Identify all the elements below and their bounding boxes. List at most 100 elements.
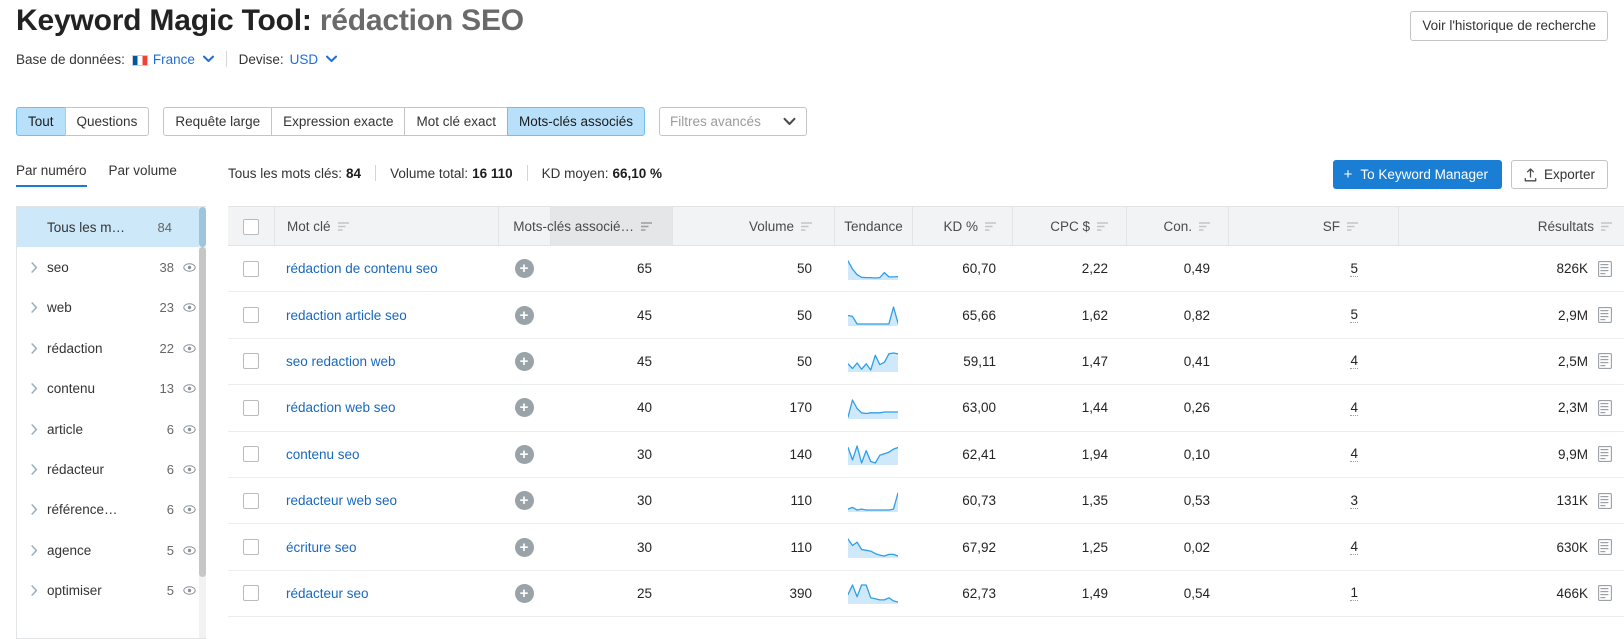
serp-icon[interactable] [1598,353,1612,370]
row-checkbox[interactable] [243,353,259,370]
search-history-button[interactable]: Voir l'historique de recherche [1410,11,1608,41]
sidebar-item-optimiser[interactable]: optimiser 5 [17,571,206,611]
chevron-right-icon[interactable] [31,545,45,556]
table-row[interactable]: seo redaction web +45 50 59,11 1,47 0,41 4 2,5M [228,339,1624,386]
eye-icon[interactable] [183,503,196,516]
row-select-cell[interactable] [228,339,274,384]
row-select-cell[interactable] [228,292,274,337]
keyword-link[interactable]: contenu seo [286,447,360,462]
row-select-cell[interactable] [228,571,274,616]
select-all-checkbox[interactable] [243,218,259,235]
cell-add[interactable]: + [498,478,550,523]
table-row[interactable]: contenu seo +30 140 62,41 1,94 0,10 4 9,9M [228,432,1624,478]
column-header-kd[interactable]: KD % [912,207,1012,246]
row-checkbox[interactable] [243,399,259,416]
to-keyword-manager-button[interactable]: + To Keyword Manager [1332,160,1502,189]
sidebar-item-all-keywords[interactable]: Tous les m… 84 [17,207,206,248]
table-row[interactable]: redacteur web seo +30 110 60,73 1,35 0,53 3 131… [228,478,1624,525]
sf-value[interactable]: 4 [1350,353,1358,370]
sf-value[interactable]: 4 [1350,539,1358,556]
eye-icon[interactable] [183,423,196,436]
sidebar-item-article[interactable]: article 6 [17,409,206,449]
tab-expression-exacte[interactable]: Expression exacte [271,107,406,136]
serp-icon[interactable] [1598,492,1612,509]
eye-icon[interactable] [183,261,196,274]
sidebar-item-rfrence[interactable]: référence… 6 [17,490,206,530]
row-checkbox[interactable] [243,446,259,463]
keyword-link[interactable]: écriture seo [286,540,357,555]
sidebar-item-web[interactable]: web 23 [17,288,206,328]
keyword-link[interactable]: rédaction de contenu seo [286,261,438,276]
chevron-right-icon[interactable] [31,262,45,273]
serp-icon[interactable] [1598,585,1612,602]
serp-icon[interactable] [1598,307,1612,324]
row-checkbox[interactable] [243,492,259,509]
eye-icon[interactable] [183,544,196,557]
sidebar-scroll-thumb[interactable] [199,247,206,577]
chevron-right-icon[interactable] [31,585,45,597]
table-row[interactable]: écriture seo +30 110 67,92 1,25 0,02 4 630K [228,524,1624,571]
keyword-link[interactable]: seo redaction web [286,354,396,369]
sidebar-item-rdacteur[interactable]: rédacteur 6 [17,449,206,489]
column-header-sf[interactable]: SF [1228,207,1398,246]
column-header-con[interactable]: Con. [1126,207,1228,246]
add-keyword-icon[interactable]: + [514,351,534,371]
sidebar-item-seo[interactable]: seo 38 [17,247,206,287]
column-header-keyword[interactable]: Mot clé [274,207,498,246]
row-checkbox[interactable] [243,585,259,602]
row-checkbox[interactable] [243,307,259,324]
eye-icon[interactable] [183,463,196,476]
sf-value[interactable]: 3 [1350,493,1358,509]
add-keyword-icon[interactable]: + [514,537,534,557]
export-button[interactable]: Exporter [1510,160,1608,189]
tab-requete-large[interactable]: Requête large [163,107,273,136]
cell-add[interactable]: + [498,339,550,384]
add-keyword-icon[interactable]: + [514,444,534,464]
row-checkbox[interactable] [243,260,259,277]
row-select-cell[interactable] [228,385,274,430]
add-keyword-icon[interactable]: + [514,398,534,418]
column-header-assoc[interactable]: Mots-clés associé… [513,207,672,246]
column-header-cpc[interactable]: CPC $ [1012,207,1126,246]
subtab-par-numero[interactable]: Par numéro [16,163,87,187]
eye-icon[interactable] [183,382,196,395]
chevron-right-icon[interactable] [31,343,45,354]
row-select-cell[interactable] [228,478,274,523]
serp-icon[interactable] [1598,260,1612,277]
sf-value[interactable]: 4 [1350,446,1358,463]
cell-add[interactable]: + [498,292,550,337]
database-selector[interactable]: France [153,52,214,67]
cell-add[interactable]: + [498,432,550,477]
chevron-right-icon[interactable] [31,302,45,314]
table-row[interactable]: rédacteur seo +25 390 62,73 1,49 0,54 1 466K [228,571,1624,618]
cell-add[interactable]: + [498,385,550,430]
currency-selector[interactable]: USD [290,52,337,67]
sf-value[interactable]: 1 [1350,585,1358,602]
keyword-link[interactable]: rédaction web seo [286,400,396,415]
sidebar-item-contenu[interactable]: contenu 13 [17,369,206,409]
tab-tout[interactable]: Tout [16,107,66,136]
sidebar-item-agence[interactable]: agence 5 [17,530,206,570]
eye-icon[interactable] [183,301,196,314]
row-select-cell[interactable] [228,246,274,291]
select-all-header[interactable] [228,207,274,246]
serp-icon[interactable] [1598,539,1612,555]
cell-add[interactable]: + [498,571,550,616]
eye-icon[interactable] [183,584,196,597]
add-keyword-icon[interactable]: + [514,491,534,511]
sidebar-item-rdaction[interactable]: rédaction 22 [17,328,206,368]
row-checkbox[interactable] [243,539,259,556]
sf-value[interactable]: 5 [1350,307,1358,324]
add-keyword-icon[interactable]: + [514,583,534,603]
add-keyword-icon[interactable]: + [514,305,534,325]
sf-value[interactable]: 4 [1350,400,1358,416]
add-keyword-icon[interactable]: + [514,259,534,279]
tab-mots-cles-associes[interactable]: Mots-clés associés [506,107,646,136]
row-select-cell[interactable] [228,524,274,569]
subtab-par-volume[interactable]: Par volume [109,163,177,187]
advanced-filters-dropdown[interactable]: Filtres avancés [659,107,808,136]
table-row[interactable]: rédaction web seo +40 170 63,00 1,44 0,26 4 2,3… [228,385,1624,432]
eye-icon[interactable] [183,342,196,355]
chevron-right-icon[interactable] [31,504,45,516]
serp-icon[interactable] [1598,446,1612,463]
